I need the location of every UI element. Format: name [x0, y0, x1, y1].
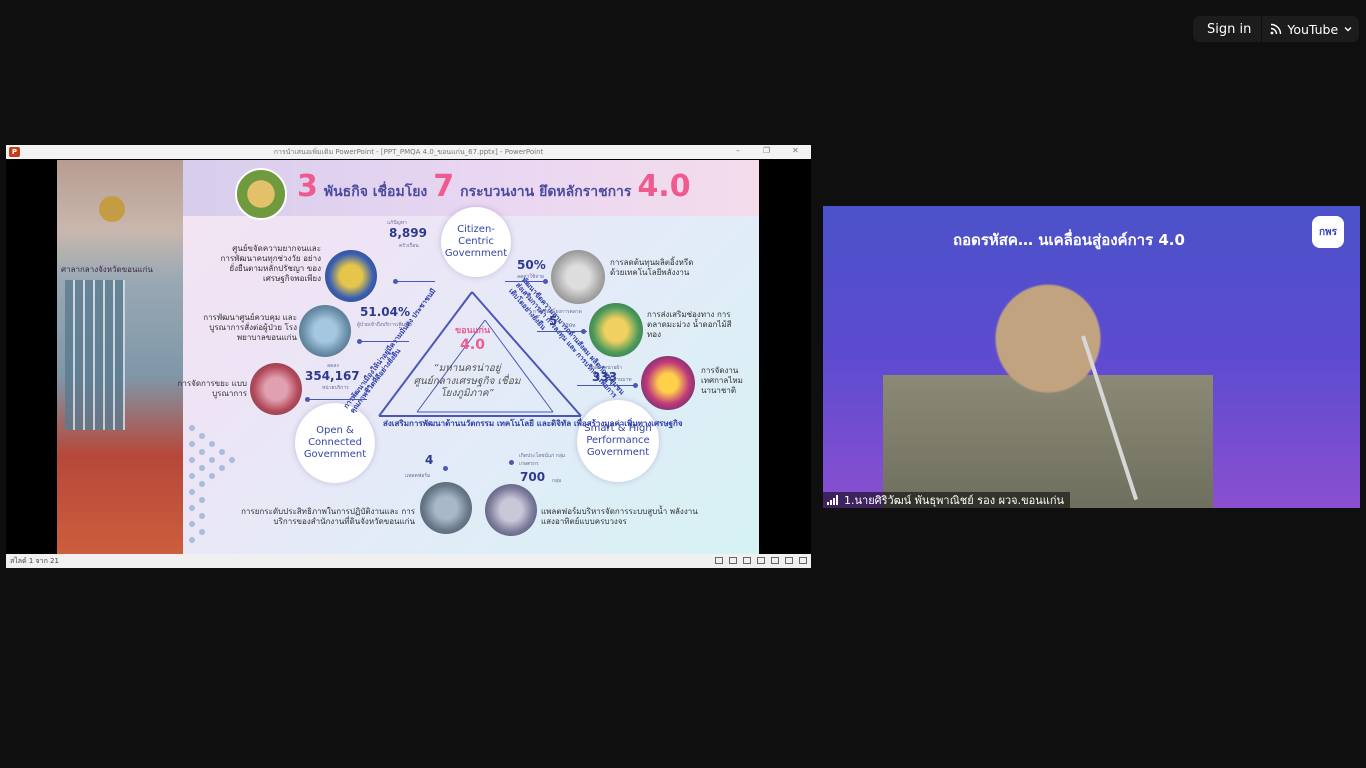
- stat-label: บริษัท: [563, 323, 576, 329]
- connector-dot: [357, 339, 362, 344]
- speaker-name: 1.นายศิริวัฒน์ พันธุพาณิชย์ รอง ผวจ.ขอนแ…: [844, 494, 1065, 507]
- slideshow-icon[interactable]: [785, 557, 793, 564]
- stat-label: ลดค่าใช้จ่าย: [517, 274, 544, 280]
- stat-number: 354,167: [305, 369, 360, 383]
- stat-number: 4: [425, 453, 434, 467]
- ppt-title-bar: P การนำเสนอเพิ่มเติม PowerPoint - [PPT_P…: [6, 145, 811, 159]
- stat-description: การยกระดับประสิทธิภาพในการปฏิบัติงานและ …: [241, 507, 415, 526]
- connector-dot: [393, 279, 398, 284]
- photo-circle: [250, 363, 302, 415]
- ppt-window-title: การนำเสนอเพิ่มเติม PowerPoint - [PPT_PMQ…: [273, 148, 544, 156]
- speaker: [883, 266, 1213, 508]
- photo-circle: [420, 482, 472, 534]
- youtube-button[interactable]: YouTube: [1262, 22, 1353, 37]
- stat-description: การจัดการขยะ แบบบูรณาการ: [177, 379, 247, 398]
- smart-performance-circle: Smart & High Performance Government: [577, 400, 659, 482]
- signal-bars-icon: [827, 495, 838, 505]
- connector-line: [359, 341, 409, 342]
- stat-label: ล้านบาท: [613, 377, 632, 383]
- connector-dot: [509, 460, 514, 465]
- stat-description: ศูนย์ขจัดความยากจนและ การพัฒนาคนทุกช่วงว…: [220, 244, 321, 283]
- center-label: ขอนแก่น 4.0: [455, 323, 490, 353]
- normal-view-icon[interactable]: [715, 557, 723, 564]
- stat-description: การจัดงาน เทศกาลไหม นานาชาติ: [701, 366, 743, 395]
- stat-label: กลุ่ม: [552, 478, 562, 484]
- stat-description: การลดต้นทุนผลิตอิ้งหรีด ด้วยเทคโนโลยีพลั…: [610, 258, 694, 277]
- slide-sorter-icon[interactable]: [757, 557, 765, 564]
- youtube-controls: Sign in YouTube: [1193, 16, 1359, 42]
- stat-label: แพลตฟอร์ม: [405, 473, 431, 479]
- slide-counter: สไลด์ 1 จาก 21: [10, 557, 59, 565]
- connector-dot: [443, 466, 448, 471]
- photo-circle: [485, 484, 537, 536]
- stat-label: หน่วยบริการ: [322, 385, 349, 391]
- youtube-label: YouTube: [1287, 21, 1339, 37]
- connector-line: [577, 385, 637, 386]
- connector-line: [307, 399, 367, 400]
- connector-dot: [633, 383, 638, 388]
- photo-circle: [325, 250, 377, 302]
- stat-label: การเชื่อมโยงการตลาด: [533, 309, 582, 315]
- powerpoint-window: P การนำเสนอเพิ่มเติม PowerPoint - [PPT_P…: [6, 145, 811, 568]
- photo-circle: [589, 303, 643, 357]
- stat-number: 51.04%: [360, 305, 410, 319]
- chevron-down-icon: [1344, 27, 1352, 32]
- stat-number: 700: [520, 470, 546, 484]
- play-icon[interactable]: [743, 557, 751, 564]
- center-province: ขอนแก่น: [455, 326, 491, 336]
- rss-icon: [1270, 23, 1282, 35]
- center-value: 4.0: [460, 337, 485, 353]
- stat-label: เกิดประโยชน์แก่ กลุ่มเกษตรกร: [519, 453, 566, 467]
- stat-number: 8,899: [389, 226, 427, 240]
- photo-circle: [641, 356, 695, 410]
- video-header: ถอดรหัสค… นเคลื่อนสู่องค์การ 4.0: [953, 231, 1185, 249]
- stat-label: ครัวเรือน: [399, 243, 419, 249]
- close-icon[interactable]: ✕: [792, 146, 799, 155]
- photo-circle: [551, 250, 605, 304]
- presenter-view-icon[interactable]: [799, 557, 807, 564]
- connector-line: [537, 331, 587, 332]
- stat-description: แพลตฟอร์มบริหารจัดการระบบสูบน้ำ พลังงานแ…: [541, 507, 698, 526]
- opdc-logo-icon: กพร: [1312, 216, 1344, 248]
- stat-label: ผู้ป่วยเข้าถึงบริการเพิ่มขึ้น: [357, 322, 412, 328]
- speaker-video: ถอดรหัสค… นเคลื่อนสู่องค์การ 4.0 กพร 1.น…: [823, 206, 1360, 508]
- minimize-icon[interactable]: –: [736, 146, 740, 155]
- connector-dot: [305, 397, 310, 402]
- photo-circle: [299, 305, 351, 357]
- sign-in-button[interactable]: Sign in: [1193, 22, 1261, 37]
- bottom-text: ส่งเสริมการพัฒนาด้านนวัตกรรม เทคโนโลยี แ…: [383, 419, 683, 428]
- restore-icon[interactable]: ❐: [763, 146, 770, 155]
- connector-line: [395, 281, 435, 282]
- center-motto: “มหานครน่าอยู่ ศูนย์กลางเศรษฐกิจ เชื่อมโ…: [413, 363, 521, 399]
- stat-description: การส่งเสริมช่องทาง การตลาดมะม่วง น้ำดอกไ…: [647, 310, 732, 339]
- open-connected-circle: Open & Connected Government: [295, 403, 375, 483]
- stat-description: การพัฒนาศูนย์ควบคุม และบูรณาการสั่งต่อผู…: [203, 313, 297, 342]
- view-buttons: [715, 557, 807, 564]
- slide: ศาลากลางจังหวัดขอนแก่น 3 พันธกิจ เชื่อมโ…: [57, 160, 759, 554]
- connector-line: [505, 281, 545, 282]
- notes-icon[interactable]: [729, 557, 737, 564]
- triangle-diagram: [189, 291, 582, 543]
- reading-view-icon[interactable]: [771, 557, 779, 564]
- stat-number: 50%: [517, 258, 546, 272]
- speaker-caption: 1.นายศิริวัฒน์ พันธุพาณิชย์ รอง ผวจ.ขอนแ…: [823, 492, 1071, 508]
- ppt-status-bar: สไลด์ 1 จาก 21: [6, 554, 811, 568]
- connector-dot: [543, 279, 548, 284]
- citizen-centric-circle: Citizen-Centric Government: [441, 207, 511, 277]
- stat-number: 5: [549, 314, 558, 328]
- connector-dot: [581, 329, 586, 334]
